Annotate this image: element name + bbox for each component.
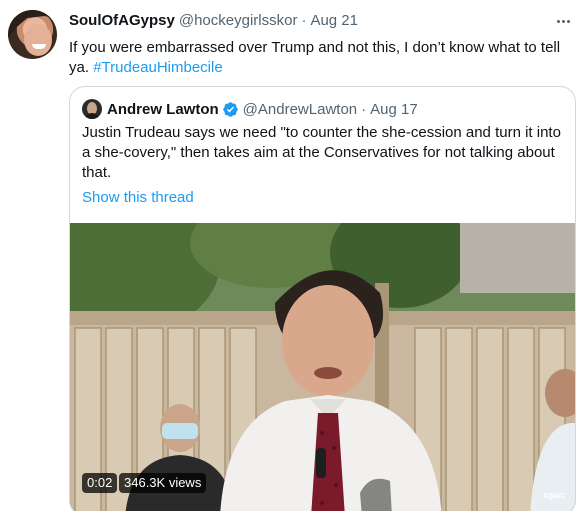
tweet-text: If you were embarrassed over Trump and n… [69, 38, 564, 78]
more-dot [566, 19, 570, 23]
video-timecode: 0:02 [82, 473, 118, 493]
author-handle[interactable]: @hockeygirlsskor [179, 12, 298, 29]
quoted-tweet[interactable]: Andrew Lawton @AndrewLawton · Aug 17 Jus… [69, 86, 576, 511]
author-avatar[interactable] [8, 10, 57, 59]
quoted-avatar-body [84, 113, 100, 119]
video-view-count: 346.3K views [119, 473, 207, 493]
cpac-watermark: cpac [544, 490, 566, 500]
avatar-face [24, 24, 52, 56]
tweet-date[interactable]: Aug 21 [310, 12, 358, 29]
quoted-tweet-text: Justin Trudeau says we need "to counter … [82, 124, 561, 181]
video-player[interactable]: 0:02 346.3K views cpac [70, 223, 575, 511]
quoted-author-handle[interactable]: @AndrewLawton [243, 101, 357, 118]
more-dot [561, 19, 565, 23]
quoted-tweet-header: Andrew Lawton @AndrewLawton · Aug 17 [107, 99, 418, 119]
author-name[interactable]: SoulOfAGypsy [69, 12, 175, 29]
quoted-author-name[interactable]: Andrew Lawton [107, 101, 219, 118]
more-dot [556, 19, 560, 23]
hashtag-link[interactable]: #TrudeauHimbecile [93, 59, 223, 76]
quoted-header-separator: · [361, 100, 367, 118]
quoted-author-avatar[interactable] [82, 99, 102, 119]
show-thread-link[interactable]: Show this thread [82, 188, 194, 208]
header-separator: · [301, 12, 307, 29]
verified-badge-icon [222, 101, 238, 117]
tweet-header: SoulOfAGypsy @hockeygirlsskor · Aug 21 [69, 12, 358, 32]
video-thumbnail [70, 223, 575, 511]
quoted-tweet-date[interactable]: Aug 17 [370, 101, 418, 118]
tweet[interactable]: SoulOfAGypsy @hockeygirlsskor · Aug 21 I… [0, 0, 577, 511]
more-horizontal-icon[interactable] [553, 13, 573, 29]
